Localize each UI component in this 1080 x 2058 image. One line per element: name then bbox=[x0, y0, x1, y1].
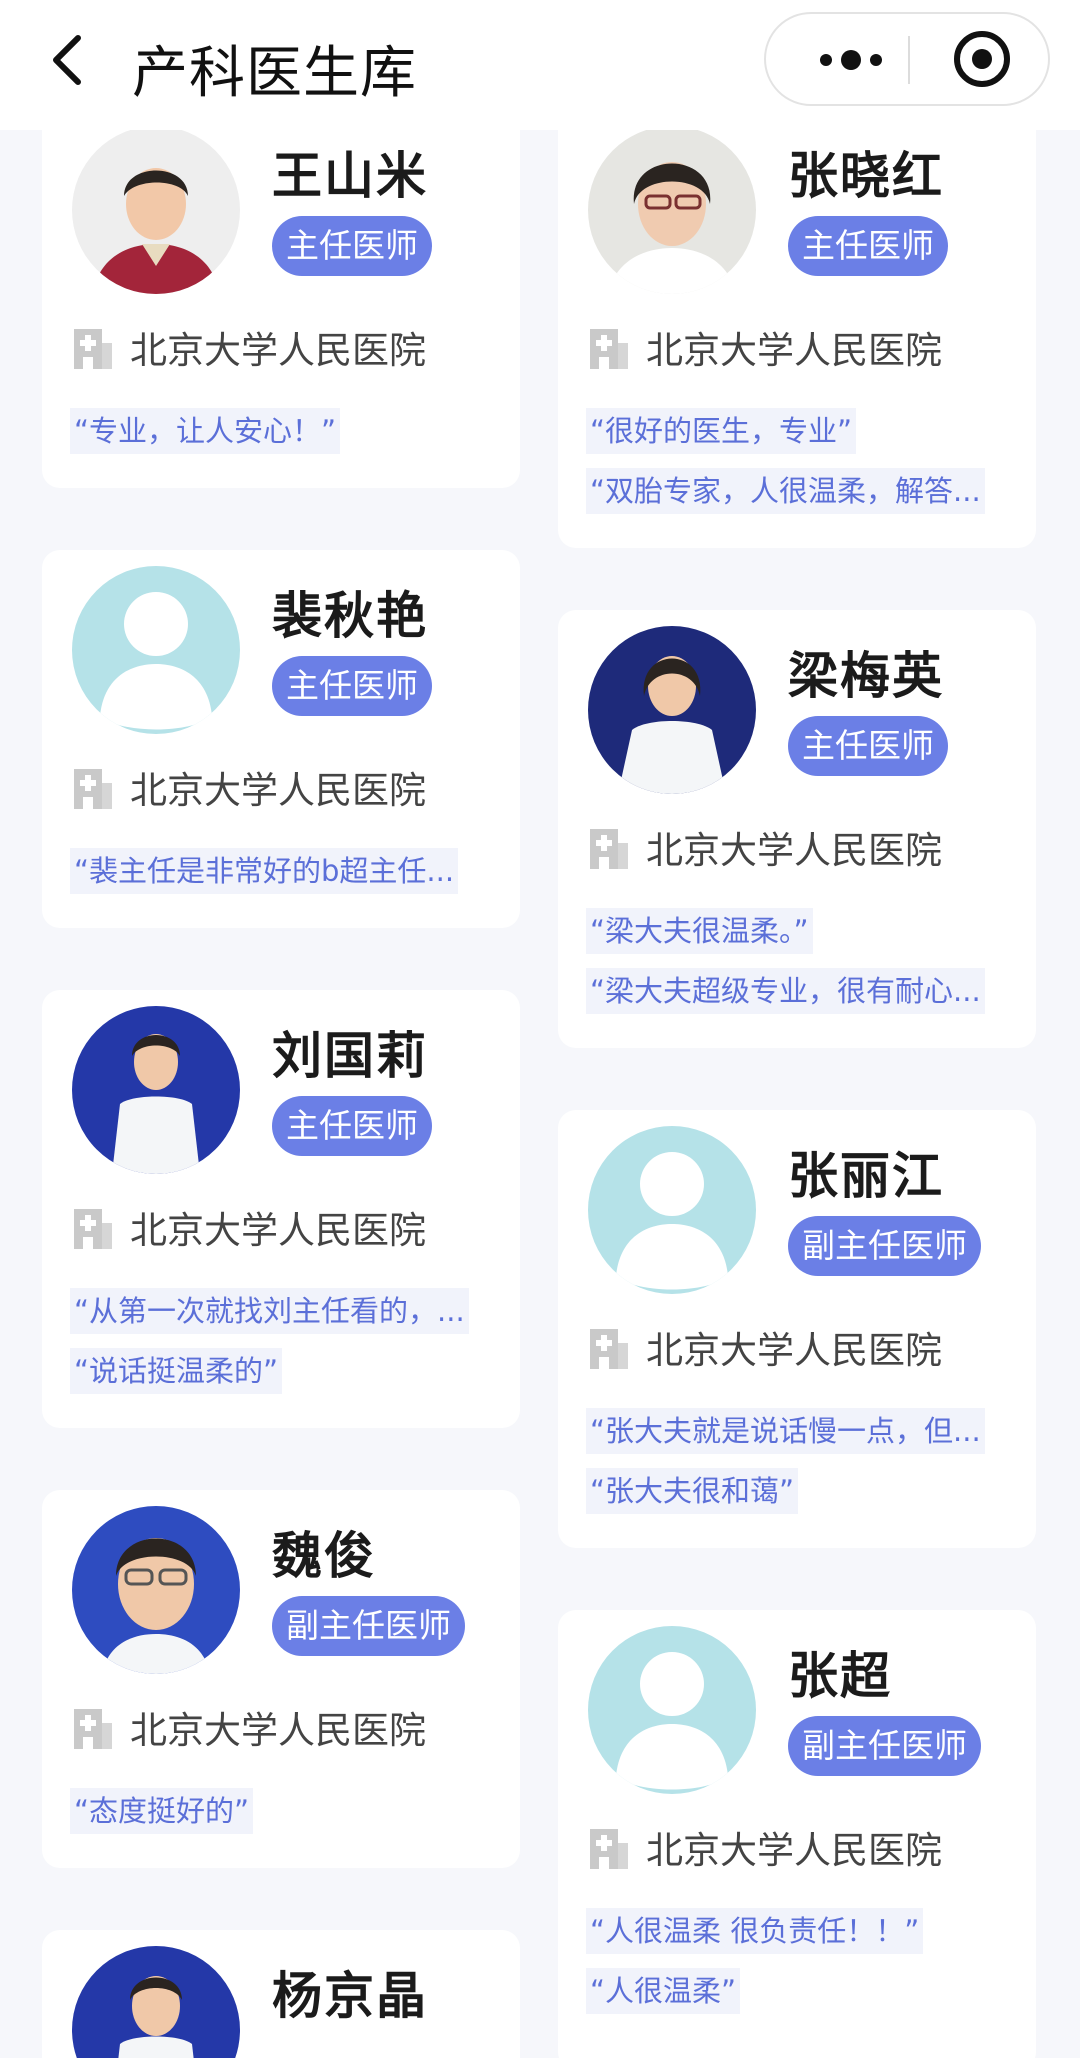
hospital-building-icon bbox=[74, 769, 112, 809]
hospital-building-icon bbox=[74, 329, 112, 369]
review-snippet: “裴主任是非常好的b超主任... bbox=[70, 848, 459, 894]
hospital-name: 北京大学人民医院 bbox=[130, 769, 426, 812]
title-badge: 副主任医师 bbox=[788, 1716, 981, 1776]
doctor-name: 王山米 bbox=[272, 147, 428, 205]
review-snippet: “梁大夫超级专业，很有耐心... bbox=[586, 968, 985, 1014]
page-title: 产科医生库 bbox=[132, 41, 417, 106]
default-avatar-icon bbox=[588, 1126, 756, 1294]
doctor-card[interactable]: 张丽江 副主任医师 北京大学人民医院 “张大夫就是说话慢一点，但... “张大夫… bbox=[558, 1110, 1036, 1548]
review-snippet: “很好的医生，专业” bbox=[586, 408, 857, 454]
hospital-name: 北京大学人民医院 bbox=[130, 1709, 426, 1752]
hospital-row: 北京大学人民医院 bbox=[586, 822, 942, 872]
review-snippet: “人很温柔” bbox=[586, 1968, 741, 2014]
hospital-row: 北京大学人民医院 bbox=[70, 322, 426, 372]
hospital-name: 北京大学人民医院 bbox=[646, 1829, 942, 1872]
doctor-avatar bbox=[588, 626, 756, 794]
hospital-building-icon bbox=[74, 1709, 112, 1749]
hospital-name: 北京大学人民医院 bbox=[130, 329, 426, 372]
doctor-name: 裴秋艳 bbox=[272, 587, 428, 645]
target-icon[interactable] bbox=[932, 14, 1032, 104]
doctor-name: 梁梅英 bbox=[788, 647, 944, 705]
hospital-name: 北京大学人民医院 bbox=[646, 1329, 942, 1372]
doctor-avatar bbox=[72, 1946, 240, 2058]
review-snippet: “张大夫很和蔼” bbox=[586, 1468, 799, 1514]
title-badge: 主任医师 bbox=[272, 1096, 432, 1156]
title-badge: 主任医师 bbox=[788, 716, 948, 776]
doctor-name: 杨京晶 bbox=[272, 1967, 428, 2025]
doctor-list: 王山米 主任医师 北京大学人民医院 “专业，让人安心！” 裴秋艳 主任医师 北京… bbox=[0, 130, 1080, 2058]
doctor-name: 张超 bbox=[788, 1647, 892, 1705]
hospital-building-icon bbox=[590, 829, 628, 869]
hospital-row: 北京大学人民医院 bbox=[70, 762, 426, 812]
doctor-card[interactable]: 梁梅英 主任医师 北京大学人民医院 “梁大夫很温柔。” “梁大夫超级专业，很有耐… bbox=[558, 610, 1036, 1048]
capsule-divider bbox=[908, 36, 910, 84]
title-badge: 主任医师 bbox=[272, 216, 432, 276]
doctor-name: 刘国莉 bbox=[272, 1027, 428, 1085]
hospital-row: 北京大学人民医院 bbox=[586, 322, 942, 372]
doctor-avatar bbox=[588, 130, 756, 294]
default-avatar-icon bbox=[588, 1626, 756, 1794]
doctor-name: 张丽江 bbox=[788, 1147, 944, 1205]
doctor-card[interactable]: 魏俊 副主任医师 北京大学人民医院 “态度挺好的” bbox=[42, 1490, 520, 1868]
review-snippet: “专业，让人安心！” bbox=[70, 408, 341, 454]
title-badge: 主任医师 bbox=[788, 216, 948, 276]
navigation-bar: 产科医生库 bbox=[0, 0, 1080, 130]
review-snippet: “人很温柔 很负责任！！” bbox=[586, 1908, 924, 1954]
hospital-name: 北京大学人民医院 bbox=[646, 329, 942, 372]
hospital-building-icon bbox=[74, 1209, 112, 1249]
doctor-card[interactable]: 王山米 主任医师 北京大学人民医院 “专业，让人安心！” bbox=[42, 130, 520, 488]
title-badge: 副主任医师 bbox=[272, 1596, 465, 1656]
chevron-left-icon[interactable] bbox=[44, 30, 94, 90]
title-badge: 主任医师 bbox=[272, 656, 432, 716]
doctor-avatar bbox=[72, 1006, 240, 1174]
hospital-name: 北京大学人民医院 bbox=[646, 829, 942, 872]
mini-program-capsule bbox=[764, 12, 1050, 106]
review-snippet: “梁大夫很温柔。” bbox=[586, 908, 813, 954]
title-badge: 副主任医师 bbox=[788, 1216, 981, 1276]
hospital-name: 北京大学人民医院 bbox=[130, 1209, 426, 1252]
hospital-building-icon bbox=[590, 329, 628, 369]
doctor-avatar bbox=[72, 1506, 240, 1674]
doctor-name: 魏俊 bbox=[272, 1527, 376, 1585]
hospital-building-icon bbox=[590, 1329, 628, 1369]
more-dots-icon[interactable] bbox=[796, 14, 906, 104]
review-snippet: “态度挺好的” bbox=[70, 1788, 254, 1834]
doctor-card[interactable]: 杨京晶 bbox=[42, 1930, 520, 2058]
doctor-card[interactable]: 裴秋艳 主任医师 北京大学人民医院 “裴主任是非常好的b超主任... bbox=[42, 550, 520, 928]
doctor-card[interactable]: 张超 副主任医师 北京大学人民医院 “人很温柔 很负责任！！” “人很温柔” bbox=[558, 1610, 1036, 2058]
review-snippet: “张大夫就是说话慢一点，但... bbox=[586, 1408, 985, 1454]
hospital-building-icon bbox=[590, 1829, 628, 1869]
default-avatar-icon bbox=[72, 566, 240, 734]
doctor-avatar bbox=[72, 130, 240, 294]
review-snippet: “双胎专家，人很温柔，解答... bbox=[586, 468, 985, 514]
review-snippet: “从第一次就找刘主任看的，... bbox=[70, 1288, 469, 1334]
review-snippet: “说话挺温柔的” bbox=[70, 1348, 283, 1394]
hospital-row: 北京大学人民医院 bbox=[70, 1202, 426, 1252]
hospital-row: 北京大学人民医院 bbox=[586, 1322, 942, 1372]
doctor-name: 张晓红 bbox=[788, 147, 944, 205]
doctor-card[interactable]: 张晓红 主任医师 北京大学人民医院 “很好的医生，专业” “双胎专家，人很温柔，… bbox=[558, 130, 1036, 548]
hospital-row: 北京大学人民医院 bbox=[70, 1702, 426, 1752]
doctor-card[interactable]: 刘国莉 主任医师 北京大学人民医院 “从第一次就找刘主任看的，... “说话挺温… bbox=[42, 990, 520, 1428]
hospital-row: 北京大学人民医院 bbox=[586, 1822, 942, 1872]
